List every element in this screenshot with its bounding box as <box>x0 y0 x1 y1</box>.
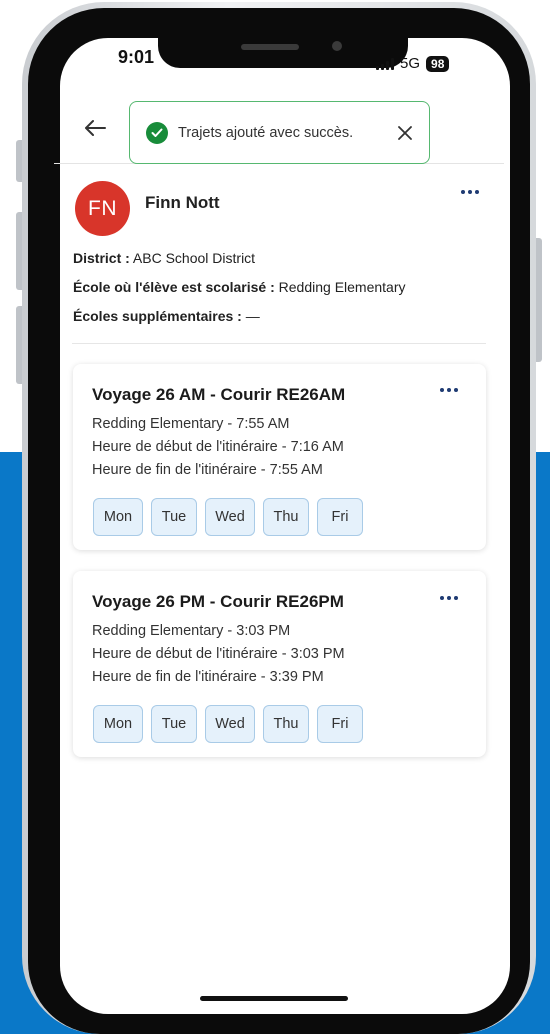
trip-start-time: Heure de début de l'itinéraire - 7:16 AM <box>92 439 344 455</box>
day-chip-tue[interactable]: Tue <box>151 705 197 743</box>
signal-icon <box>376 57 394 70</box>
trip-more-icon[interactable] <box>440 388 458 392</box>
day-chip-mon[interactable]: Mon <box>93 498 143 536</box>
day-chip-tue[interactable]: Tue <box>151 498 197 536</box>
trip-days: Mon Tue Wed Thu Fri <box>93 498 363 536</box>
student-name: Finn Nott <box>145 193 220 212</box>
success-toast: Trajets ajouté avec succès. <box>129 101 430 164</box>
trip-card[interactable]: Voyage 26 PM - Courir RE26PM Redding Ele… <box>73 571 486 757</box>
status-indicators: 5G 98 <box>376 55 450 72</box>
section-divider <box>72 343 486 344</box>
school-label: École où l'élève est scolarisé : <box>73 279 275 295</box>
day-chip-fri[interactable]: Fri <box>317 705 363 743</box>
trip-school-time: Redding Elementary - 7:55 AM <box>92 416 290 432</box>
student-more-icon[interactable] <box>461 190 479 194</box>
back-arrow-icon[interactable] <box>82 114 108 142</box>
day-chip-mon[interactable]: Mon <box>93 705 143 743</box>
trip-more-icon[interactable] <box>440 596 458 600</box>
trip-school-time: Redding Elementary - 3:03 PM <box>92 623 291 639</box>
close-icon[interactable] <box>395 123 415 143</box>
day-chip-thu[interactable]: Thu <box>263 498 309 536</box>
district-row: District : ABC School District <box>73 250 255 266</box>
district-label: District : <box>73 250 130 266</box>
trip-end-time: Heure de fin de l'itinéraire - 7:55 AM <box>92 462 323 478</box>
avatar: FN <box>75 181 130 236</box>
extra-schools-value: — <box>245 308 260 324</box>
extra-schools-row: Écoles supplémentaires : — <box>73 308 260 324</box>
extra-schools-label: Écoles supplémentaires : <box>73 308 242 324</box>
day-chip-wed[interactable]: Wed <box>205 705 255 743</box>
day-chip-wed[interactable]: Wed <box>205 498 255 536</box>
district-value: ABC School District <box>132 250 256 266</box>
trip-start-time: Heure de début de l'itinéraire - 3:03 PM <box>92 646 345 662</box>
battery-icon: 98 <box>426 55 450 72</box>
trip-days: Mon Tue Wed Thu Fri <box>93 705 363 743</box>
network-type: 5G <box>400 55 421 72</box>
home-indicator[interactable] <box>200 996 348 1001</box>
status-time: 9:01 <box>118 47 155 67</box>
trip-end-time: Heure de fin de l'itinéraire - 3:39 PM <box>92 669 324 685</box>
speaker-grille <box>241 44 299 50</box>
toast-message: Trajets ajouté avec succès. <box>178 124 354 141</box>
notch <box>158 30 408 68</box>
day-chip-thu[interactable]: Thu <box>263 705 309 743</box>
trip-card[interactable]: Voyage 26 AM - Courir RE26AM Redding Ele… <box>73 364 486 550</box>
trip-title: Voyage 26 AM - Courir RE26AM <box>92 385 346 404</box>
check-circle-icon <box>146 121 168 144</box>
school-row: École où l'élève est scolarisé : Redding… <box>73 279 406 295</box>
school-value: Redding Elementary <box>278 279 406 295</box>
front-camera <box>332 41 342 51</box>
trip-title: Voyage 26 PM - Courir RE26PM <box>92 592 344 611</box>
day-chip-fri[interactable]: Fri <box>317 498 363 536</box>
